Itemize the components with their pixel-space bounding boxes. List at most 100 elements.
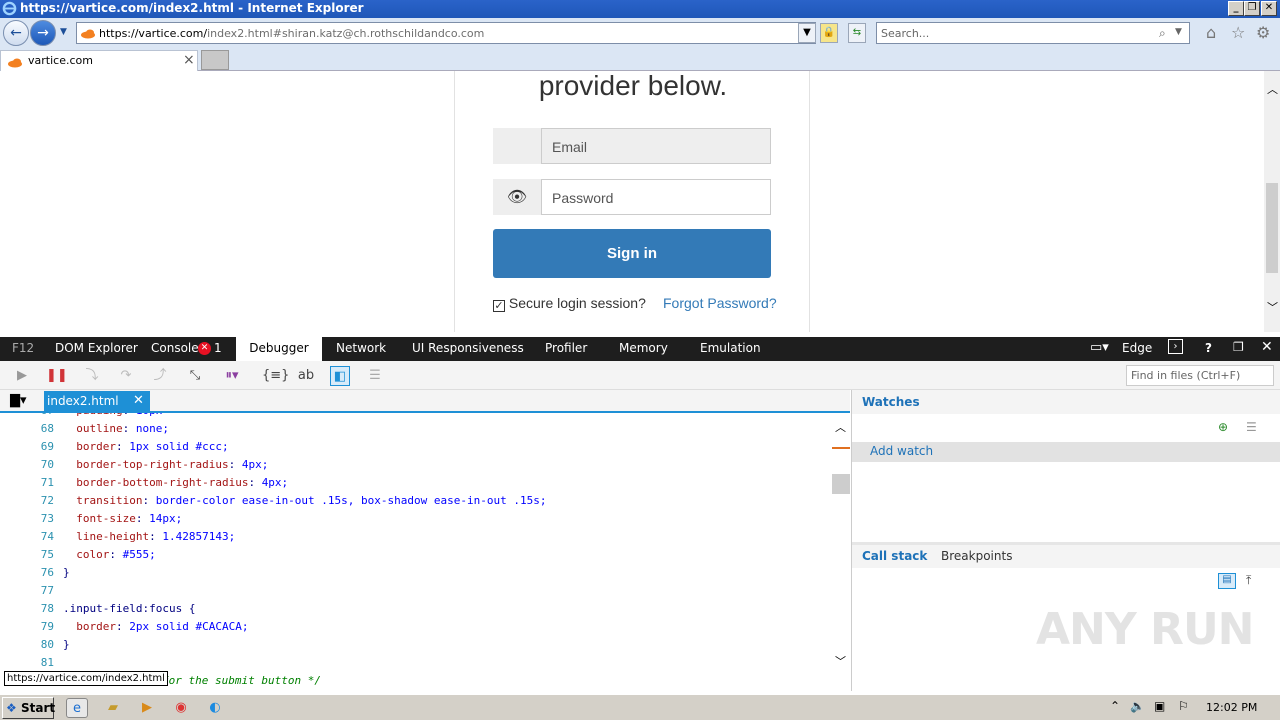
tray-volume-icon[interactable]: 🔈 — [1130, 699, 1145, 713]
open-document-icon[interactable]: ▇▾ — [10, 393, 27, 408]
tab-profiler[interactable]: Profiler — [545, 341, 587, 355]
taskbar-media-player-icon[interactable]: ▶ — [136, 698, 158, 718]
pretty-print-icon[interactable]: {≡} — [262, 366, 289, 386]
settings-gear-icon[interactable]: ⚙ — [1256, 23, 1270, 42]
taskbar-explorer-icon[interactable]: ▰ — [102, 698, 124, 718]
tab-memory[interactable]: Memory — [619, 341, 668, 355]
tab-debugger[interactable]: Debugger — [236, 337, 322, 361]
tab-dom-explorer[interactable]: DOM Explorer — [55, 341, 138, 355]
exception-behavior-icon[interactable]: ⏸▾ — [222, 366, 242, 386]
show-frames-icon[interactable]: ▤ — [1218, 573, 1236, 589]
start-button[interactable]: ❖ Start — [2, 697, 55, 719]
search-input[interactable]: Search... ⌕ ▼ — [876, 22, 1190, 44]
line-number[interactable]: 76 — [20, 566, 54, 579]
code-scroll-up-icon[interactable]: ︿ — [835, 419, 846, 435]
anyrun-watermark: ANY RUN — [1036, 604, 1254, 655]
refresh-icon[interactable]: ⇆ — [848, 23, 866, 43]
tab-network[interactable]: Network — [336, 341, 386, 355]
scroll-down-icon[interactable]: ﹀ — [1267, 299, 1278, 315]
back-button[interactable]: ← — [3, 20, 29, 46]
lock-icon[interactable]: 🔒 — [820, 23, 838, 43]
tab-console[interactable]: Console — [151, 341, 199, 355]
taskbar-ie-icon[interactable]: e — [66, 698, 88, 718]
code-scrollbar[interactable]: ︿ ﹀ — [832, 413, 850, 675]
forgot-password-link[interactable]: Forgot Password? — [663, 295, 777, 311]
line-number[interactable]: 69 — [20, 440, 54, 453]
line-number[interactable]: 71 — [20, 476, 54, 489]
search-icon[interactable]: ⌕ — [1159, 26, 1166, 41]
tray-network-icon[interactable]: ▣ — [1154, 699, 1165, 713]
tab-breakpoints[interactable]: Breakpoints — [941, 549, 1012, 563]
line-number[interactable]: 73 — [20, 512, 54, 525]
line-number[interactable]: 81 — [20, 656, 54, 669]
tab-ui-responsiveness[interactable]: UI Responsiveness — [412, 341, 524, 355]
step-over-icon[interactable]: ↷ — [116, 366, 136, 386]
source-map-icon[interactable]: ☰ — [365, 366, 385, 386]
secure-session-checkbox[interactable]: ✓ — [493, 300, 505, 312]
target-device-icon[interactable]: ▭▾ — [1090, 340, 1109, 355]
line-number[interactable]: 67 — [20, 413, 54, 417]
taskbar-clock: 12:02 PM — [1206, 701, 1258, 714]
close-window-button[interactable]: ✕ — [1261, 1, 1277, 16]
undock-icon[interactable]: ❐ — [1233, 340, 1244, 354]
line-number[interactable]: 78 — [20, 602, 54, 615]
line-number[interactable]: 79 — [20, 620, 54, 633]
line-number[interactable]: 80 — [20, 638, 54, 651]
line-number[interactable]: 77 — [20, 584, 54, 597]
page-scrollbar-thumb[interactable] — [1266, 183, 1278, 273]
page-scrollbar[interactable]: ︿ ﹀ — [1264, 71, 1280, 332]
goto-frame-icon[interactable]: ⤒ — [1246, 573, 1251, 588]
sign-in-button[interactable]: Sign in — [493, 229, 771, 278]
step-out-icon[interactable]: ⤴ — [150, 366, 170, 386]
taskbar-edge-icon[interactable]: ◐ — [204, 698, 226, 718]
minimize-button[interactable]: _ — [1228, 1, 1244, 16]
delete-all-watches-icon[interactable]: ☰ — [1246, 420, 1257, 434]
tab-emulation[interactable]: Emulation — [700, 341, 761, 355]
search-dropdown-icon[interactable]: ▼ — [1175, 27, 1182, 37]
maximize-button[interactable]: ❐ — [1244, 1, 1260, 16]
taskbar-chrome-icon[interactable]: ◉ — [170, 698, 192, 718]
tab-close-icon[interactable]: × — [183, 52, 195, 68]
history-dropdown-icon[interactable]: ▼ — [60, 27, 67, 37]
home-icon[interactable]: ⌂ — [1206, 23, 1216, 42]
file-tab-close-icon[interactable]: ✕ — [133, 393, 144, 408]
document-mode-select[interactable]: Edge — [1122, 341, 1152, 355]
code-editor[interactable]: 67 padding: 10px 68 outline: none; 69 bord… — [0, 413, 850, 691]
email-field[interactable]: Email — [541, 128, 771, 164]
browser-tab-vartice[interactable]: vartice.com × — [0, 50, 198, 71]
address-bar[interactable]: https://vartice.com/index2.html#shiran.k… — [76, 22, 816, 44]
add-watch-row[interactable]: Add watch — [852, 442, 1280, 462]
code-scroll-down-icon[interactable]: ﹀ — [835, 653, 846, 669]
word-wrap-icon[interactable]: ab — [296, 366, 316, 386]
continue-icon[interactable]: ▶ — [12, 366, 32, 386]
tray-flag-icon[interactable]: ⚐ — [1178, 699, 1189, 713]
find-in-files-input[interactable]: Find in files (Ctrl+F) — [1126, 365, 1274, 386]
code-scrollbar-thumb[interactable] — [832, 474, 850, 494]
just-my-code-icon[interactable]: ◧ — [330, 366, 350, 386]
close-devtools-icon[interactable]: ✕ — [1261, 339, 1273, 355]
eye-icon[interactable]: 👁 — [493, 179, 541, 215]
tray-expand-icon[interactable]: ⌃ — [1110, 699, 1120, 713]
line-number[interactable]: 75 — [20, 548, 54, 561]
line-number[interactable]: 68 — [20, 422, 54, 435]
password-field[interactable]: Password — [541, 179, 771, 215]
break-icon[interactable]: ❚❚ — [46, 366, 68, 386]
favorites-star-icon[interactable]: ☆ — [1231, 23, 1245, 42]
scroll-up-icon[interactable]: ︿ — [1267, 81, 1278, 97]
break-on-new-worker-icon[interactable]: ⤡ — [185, 366, 205, 386]
add-watch-icon[interactable]: ⊕ — [1218, 420, 1228, 434]
tab-call-stack[interactable]: Call stack — [862, 549, 927, 563]
step-into-icon[interactable]: ⤵ — [82, 366, 102, 386]
code-line: 69 border: 1px solid #ccc; — [0, 440, 832, 456]
css-property: border — [76, 620, 116, 633]
line-number[interactable]: 72 — [20, 494, 54, 507]
help-icon[interactable]: ? — [1205, 341, 1212, 355]
devtools-tab-bar: F12 DOM Explorer Console ✕ 1 Debugger Ne… — [0, 337, 1280, 361]
forward-button[interactable]: → — [30, 20, 56, 46]
address-dropdown-icon[interactable]: ▼ — [798, 23, 816, 43]
line-number[interactable]: 74 — [20, 530, 54, 543]
line-number[interactable]: 70 — [20, 458, 54, 471]
new-tab-button[interactable] — [201, 50, 229, 70]
file-tab-index2[interactable]: index2.html ✕ — [44, 391, 150, 412]
console-toggle-icon[interactable]: › — [1168, 339, 1183, 354]
